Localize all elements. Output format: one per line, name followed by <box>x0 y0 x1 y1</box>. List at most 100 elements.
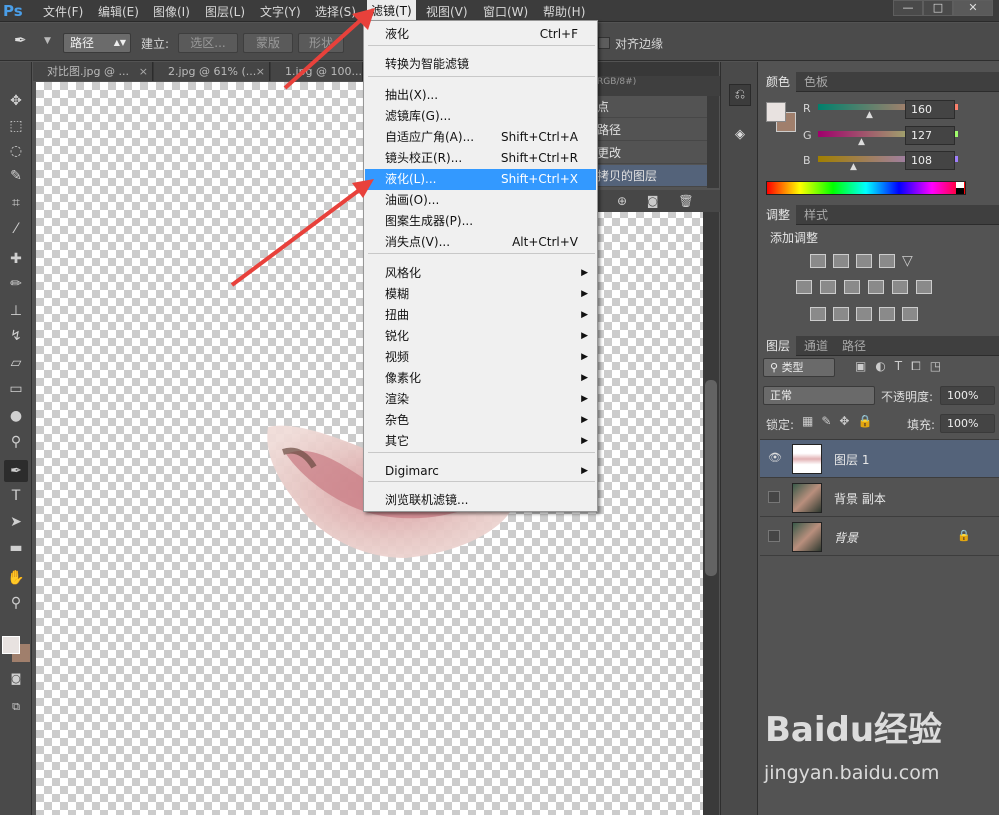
menu-image[interactable]: 图像(I) <box>153 3 190 20</box>
hand-tool-icon[interactable]: ✋ <box>4 567 28 589</box>
lock-icons[interactable]: ▦✎✥🔒 <box>802 414 880 428</box>
tab-channels[interactable]: 通道 <box>798 336 834 356</box>
tab-document-3[interactable]: 1.jpg @ 100... <box>271 62 363 81</box>
filter-menu-item[interactable]: 油画(O)... <box>365 190 596 211</box>
fill-field[interactable]: 100% <box>940 414 995 433</box>
g-slider-handle-icon[interactable]: ▲ <box>858 137 865 147</box>
black-white-swatch[interactable] <box>956 182 964 194</box>
tab-adjustments[interactable]: 调整 <box>760 205 797 225</box>
filter-menu-item[interactable]: Digimarc ▶ <box>365 461 596 482</box>
rectangle-tool-icon[interactable]: ▬ <box>4 537 28 559</box>
selection-button[interactable]: 选区... <box>178 33 238 53</box>
history-scrollbar[interactable] <box>707 96 719 188</box>
vibrance-icon[interactable]: ▽ <box>902 254 918 268</box>
filter-menu-item[interactable]: 杂色 ▶ <box>365 410 596 431</box>
filter-menu-item[interactable]: 液化(L)... Shift+Ctrl+X <box>365 169 596 190</box>
tab-document-1[interactable]: 对比图.jpg @ ... × <box>33 62 153 81</box>
history-brush-tool-icon[interactable]: ↯ <box>4 325 28 347</box>
minimize-button[interactable]: — <box>893 0 923 16</box>
history-item[interactable]: 更改 <box>597 142 707 164</box>
selective-color-icon[interactable] <box>879 307 895 321</box>
filter-menu-item[interactable]: 图案生成器(P)... <box>365 211 596 232</box>
layer-row[interactable]: 背景 副本 <box>760 479 999 517</box>
tab-paths[interactable]: 路径 <box>836 336 872 356</box>
g-value-field[interactable]: 127 <box>905 126 955 145</box>
healing-brush-tool-icon[interactable]: ✚ <box>4 248 28 270</box>
blur-tool-icon[interactable]: ● <box>4 405 28 427</box>
filter-menu-item[interactable]: 液化 Ctrl+F <box>365 24 596 45</box>
filter-menu-item[interactable]: 其它 ▶ <box>365 431 596 452</box>
levels-icon[interactable] <box>833 254 849 268</box>
zoom-tool-icon[interactable]: ⚲ <box>4 592 28 614</box>
3d-cube-icon[interactable]: ◈ <box>729 124 751 146</box>
trash-icon[interactable]: 🗑 <box>678 194 693 208</box>
menu-view[interactable]: 视图(V) <box>426 3 468 20</box>
black-white-icon[interactable] <box>844 280 860 294</box>
eraser-tool-icon[interactable]: ▱ <box>4 352 28 374</box>
filter-menu-item[interactable]: 锐化 ▶ <box>365 326 596 347</box>
history-panel-icon[interactable]: ⎌ <box>729 84 751 106</box>
gradient-map-icon[interactable] <box>902 307 918 321</box>
filter-menu-item[interactable]: 浏览联机滤镜... <box>365 490 596 511</box>
type-tool-icon[interactable]: T <box>4 485 28 507</box>
menu-help[interactable]: 帮助(H) <box>543 3 585 20</box>
filter-menu-item[interactable]: 转换为智能滤镜 <box>365 54 596 75</box>
filter-menu-item[interactable]: 抽出(X)... <box>365 85 596 106</box>
tab-close-icon[interactable]: × <box>256 62 265 81</box>
layer-filter-icons[interactable]: ▣◐T⧠◳ <box>855 359 950 374</box>
tab-styles[interactable]: 样式 <box>798 205 834 225</box>
color-lookup-icon[interactable] <box>916 280 932 294</box>
fg-color-preview[interactable] <box>766 102 786 122</box>
screen-mode-icon[interactable]: ⧉ <box>4 696 28 718</box>
invert-icon[interactable] <box>810 307 826 321</box>
lasso-tool-icon[interactable]: ◌ <box>4 140 28 162</box>
filter-menu-item[interactable]: 渲染 ▶ <box>365 389 596 410</box>
posterize-icon[interactable] <box>833 307 849 321</box>
clone-stamp-tool-icon[interactable]: ⊥ <box>4 300 28 322</box>
history-item[interactable]: 路径 <box>597 119 707 141</box>
brightness-icon[interactable] <box>810 254 826 268</box>
tool-preset-chevron-icon[interactable]: ▼ <box>44 36 51 46</box>
visibility-toggle[interactable] <box>768 530 780 542</box>
filter-menu-item[interactable]: 像素化 ▶ <box>365 368 596 389</box>
exposure-icon[interactable] <box>879 254 895 268</box>
filter-menu-item[interactable]: 自适应广角(A)... Shift+Ctrl+A <box>365 127 596 148</box>
tab-swatches[interactable]: 色板 <box>798 72 834 92</box>
curves-icon[interactable] <box>856 254 872 268</box>
canvas-scroll-thumb[interactable] <box>705 380 717 576</box>
b-value-field[interactable]: 108 <box>905 151 955 170</box>
filter-menu-item[interactable]: 模糊 ▶ <box>365 284 596 305</box>
menu-layer[interactable]: 图层(L) <box>205 3 245 20</box>
foreground-color-swatch[interactable] <box>2 636 20 654</box>
close-button[interactable]: ✕ <box>953 0 993 16</box>
opacity-field[interactable]: 100% <box>940 386 995 405</box>
menu-file[interactable]: 文件(F) <box>43 3 83 20</box>
layer-name[interactable]: 图层 1 <box>834 451 869 468</box>
camera-icon[interactable]: ◙ <box>647 194 659 208</box>
brush-tool-icon[interactable]: ✏ <box>4 273 28 295</box>
r-slider-handle-icon[interactable]: ▲ <box>866 110 873 120</box>
filter-menu-item[interactable]: 视频 ▶ <box>365 347 596 368</box>
color-balance-icon[interactable] <box>820 280 836 294</box>
threshold-icon[interactable] <box>856 307 872 321</box>
move-tool-icon[interactable]: ✥ <box>4 90 28 112</box>
tab-color[interactable]: 颜色 <box>760 72 797 92</box>
path-mode-select[interactable]: 路径 ▲▼ <box>63 33 131 53</box>
marquee-tool-icon[interactable]: ⬚ <box>4 115 28 137</box>
new-snapshot-icon[interactable]: ⊕ <box>617 194 627 208</box>
layer-row[interactable]: 背景 🔒 <box>760 518 999 556</box>
history-item[interactable]: 点 <box>597 96 707 118</box>
quick-select-tool-icon[interactable]: ✎ <box>4 165 28 187</box>
gradient-tool-icon[interactable]: ▭ <box>4 378 28 400</box>
color-spectrum-ramp[interactable] <box>766 181 966 195</box>
tab-layers[interactable]: 图层 <box>760 336 797 356</box>
pen-tool-icon[interactable]: ✒ <box>14 31 40 53</box>
layer-row[interactable]: 👁 图层 1 <box>760 440 999 478</box>
pen-tool-icon[interactable]: ✒ <box>4 460 28 482</box>
channel-mixer-icon[interactable] <box>892 280 908 294</box>
filter-menu-item[interactable]: 滤镜库(G)... <box>365 106 596 127</box>
hue-saturation-icon[interactable] <box>796 280 812 294</box>
crop-tool-icon[interactable]: ⌗ <box>4 192 28 214</box>
layer-filter-select[interactable]: ⚲ 类型 <box>763 358 835 377</box>
menu-edit[interactable]: 编辑(E) <box>98 3 139 20</box>
